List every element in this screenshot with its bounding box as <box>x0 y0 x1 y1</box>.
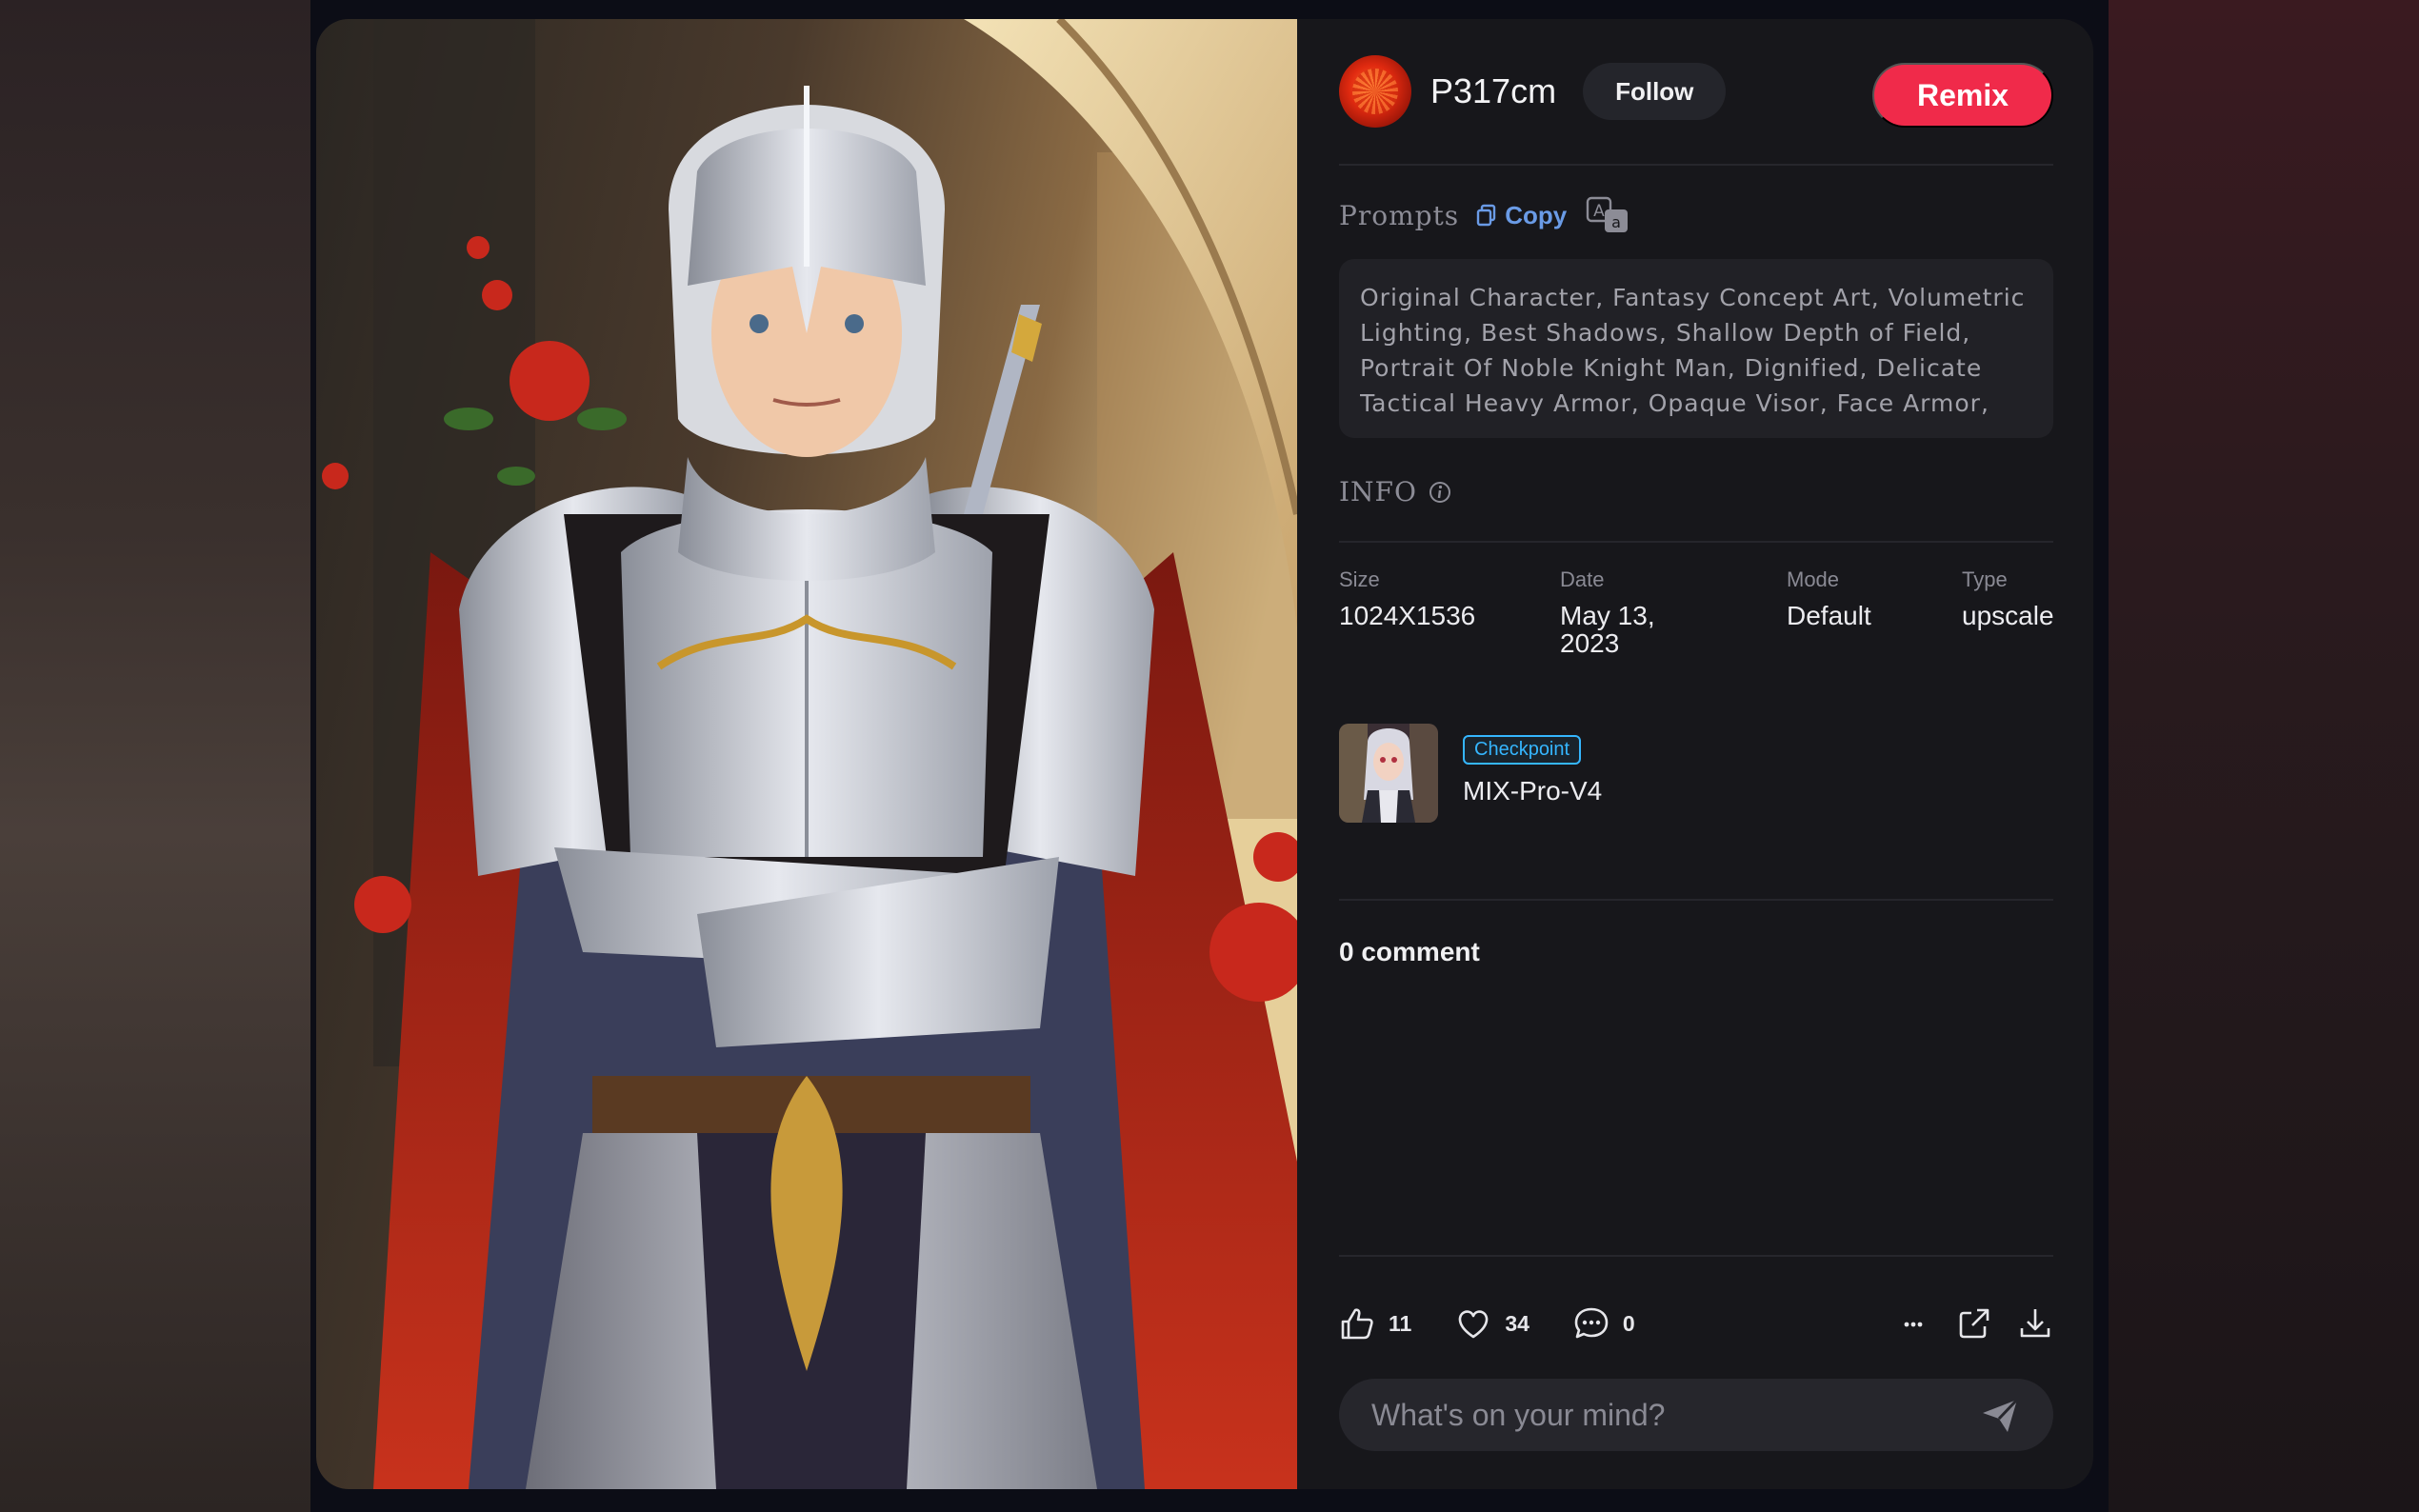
date-label: Date <box>1560 567 1605 591</box>
avatar[interactable] <box>1339 55 1411 128</box>
svg-text:a: a <box>1611 213 1621 231</box>
divider <box>1339 1255 2053 1257</box>
translate-icon[interactable]: A a <box>1586 196 1631 234</box>
copy-icon <box>1476 204 1496 227</box>
info-icon[interactable] <box>1429 481 1451 504</box>
type-label: Type <box>1962 567 2008 591</box>
mode-label: Mode <box>1787 567 1840 591</box>
model-info: Checkpoint MIX-Pro-V4 <box>1463 724 1602 825</box>
mode-value: Default <box>1787 601 1871 630</box>
meta-mode: Mode Default <box>1787 567 1871 629</box>
prompts-label: Prompts <box>1339 199 1460 231</box>
model-card[interactable]: Checkpoint MIX-Pro-V4 <box>1339 724 1602 825</box>
checkpoint-badge: Checkpoint <box>1463 735 1582 765</box>
share-icon[interactable] <box>1956 1305 1992 1342</box>
generated-image[interactable] <box>316 19 1297 1489</box>
meta-size: Size 1024X1536 <box>1339 567 1475 629</box>
svg-text:A: A <box>1593 202 1605 221</box>
date-line-1: May 13, <box>1560 601 1655 630</box>
comment-composer <box>1339 1379 2053 1451</box>
favorite-button[interactable]: 34 <box>1455 1305 1529 1342</box>
detail-modal: P317cm Follow Remix Prompts Copy A a Ori… <box>316 19 2093 1489</box>
comment-button[interactable]: 0 <box>1573 1305 1635 1342</box>
author-header: P317cm Follow Remix <box>1339 53 2053 129</box>
image-metadata: Size 1024X1536 Date May 13, 2023 Mode De… <box>1339 567 2054 672</box>
comment-count: 0 comment <box>1339 937 1480 966</box>
model-thumbnail <box>1339 724 1438 823</box>
prompts-header: Prompts Copy A a <box>1339 196 1631 234</box>
action-bar: 11 34 0 <box>1339 1301 2053 1346</box>
size-label: Size <box>1339 567 1380 591</box>
meta-type: Type upscale <box>1962 567 2054 629</box>
meta-date: Date May 13, 2023 <box>1560 567 1655 657</box>
info-label: INFO <box>1339 476 1417 507</box>
copy-label: Copy <box>1505 200 1568 229</box>
follow-button[interactable]: Follow <box>1583 63 1727 120</box>
type-value: upscale <box>1962 601 2054 630</box>
comment-icon <box>1574 1307 1609 1339</box>
download-icon[interactable] <box>2017 1305 2053 1342</box>
action-tools <box>1870 1301 2053 1346</box>
like-count: 11 <box>1389 1310 1412 1336</box>
comment-action-count: 0 <box>1622 1310 1635 1336</box>
divider <box>1339 899 2053 901</box>
divider <box>1339 164 2053 166</box>
model-name[interactable]: MIX-Pro-V4 <box>1463 776 1602 806</box>
favorite-count: 34 <box>1505 1310 1529 1336</box>
username[interactable]: P317cm <box>1430 71 1556 111</box>
divider <box>1339 541 2053 543</box>
prompt-box: Original Character, Fantasy Concept Art,… <box>1339 259 2053 438</box>
prompt-text: Original Character, Fantasy Concept Art,… <box>1360 284 2026 417</box>
more-icon[interactable] <box>1895 1305 1931 1342</box>
info-header: INFO <box>1339 476 1451 507</box>
like-button[interactable]: 11 <box>1339 1305 1411 1342</box>
heart-icon <box>1459 1310 1489 1339</box>
comment-input[interactable] <box>1371 1397 1979 1433</box>
thumbs-up-icon <box>1341 1308 1373 1340</box>
copy-button[interactable]: Copy <box>1476 201 1567 230</box>
size-value: 1024X1536 <box>1339 601 1476 630</box>
send-icon[interactable] <box>1979 1394 2021 1436</box>
blurred-backdrop-right <box>2109 0 2419 1512</box>
model-thumbnail-image <box>1339 724 1438 823</box>
date-value: May 13, 2023 <box>1560 602 1655 657</box>
knight-artwork <box>316 19 1297 1489</box>
blurred-backdrop-left <box>0 0 310 1512</box>
date-line-2: 2023 <box>1560 628 1620 658</box>
details-panel: P317cm Follow Remix Prompts Copy A a Ori… <box>1339 19 2054 1489</box>
remix-button[interactable]: Remix <box>1872 63 2053 128</box>
